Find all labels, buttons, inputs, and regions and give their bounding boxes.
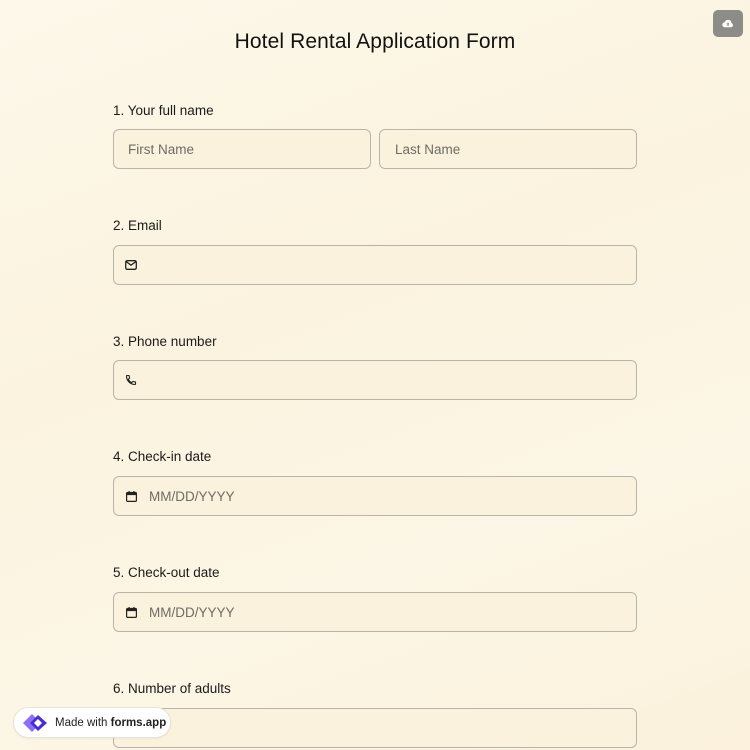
email-field[interactable] — [113, 245, 637, 285]
check-in-date-field[interactable]: MM/DD/YYYY — [113, 476, 637, 516]
question-label-check-in: 4. Check-in date — [113, 449, 212, 464]
calendar-icon — [124, 489, 138, 503]
check-out-date-field[interactable]: MM/DD/YYYY — [113, 592, 637, 632]
question-label-phone: 3. Phone number — [113, 334, 217, 349]
envelope-icon — [124, 258, 138, 272]
last-name-placeholder: Last Name — [395, 141, 461, 157]
question-label-adults: 6. Number of adults — [113, 681, 231, 696]
question-label-check-out: 5. Check-out date — [113, 565, 220, 580]
check-out-placeholder: MM/DD/YYYY — [149, 604, 235, 620]
forms-app-logo-icon — [23, 713, 47, 732]
calendar-icon — [124, 605, 138, 619]
question-label-email: 2. Email — [113, 218, 162, 233]
phone-field[interactable] — [113, 360, 637, 400]
first-name-input[interactable]: First Name — [113, 129, 371, 169]
phone-icon — [124, 373, 138, 387]
number-of-adults-field[interactable] — [113, 708, 637, 748]
badge-prefix: Made with — [55, 716, 108, 729]
cloud-upload-icon — [722, 19, 733, 27]
question-label-full-name: 1. Your full name — [113, 103, 214, 118]
badge-brand: forms.app — [110, 716, 167, 729]
form-title: Hotel Rental Application Form — [234, 30, 516, 53]
made-with-forms-app-badge[interactable]: Made with forms.app — [13, 707, 171, 738]
last-name-input[interactable]: Last Name — [379, 129, 637, 169]
check-in-placeholder: MM/DD/YYYY — [149, 488, 235, 504]
first-name-placeholder: First Name — [128, 141, 195, 157]
